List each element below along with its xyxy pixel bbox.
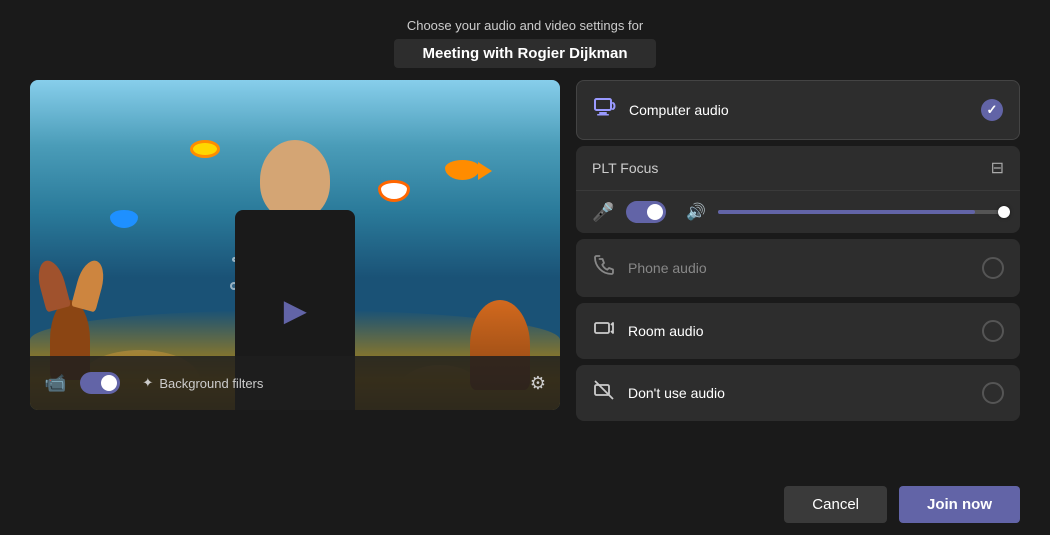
phone-audio-option[interactable]: Phone audio — [576, 239, 1020, 297]
phone-audio-radio — [982, 257, 1004, 279]
no-audio-icon — [592, 379, 616, 407]
computer-audio-icon — [593, 95, 617, 125]
camera-toggle[interactable] — [80, 372, 120, 394]
camera-icon: 📹 — [44, 373, 66, 394]
plt-header: PLT Focus ⊟ — [576, 146, 1020, 191]
settings-button[interactable]: ⚙ — [530, 373, 546, 394]
volume-slider[interactable] — [718, 210, 1004, 214]
plt-body: 🎤 🔊 — [576, 191, 1020, 233]
background-filters-button[interactable]: ✦ Background filters — [142, 375, 263, 391]
bottom-bar: Cancel Join now — [0, 474, 1050, 535]
fish-orange — [445, 160, 480, 180]
no-audio-option[interactable]: Don't use audio — [576, 365, 1020, 421]
meeting-title: Meeting with Rogier Dijkman — [394, 39, 655, 68]
plt-title: PLT Focus — [592, 160, 658, 176]
volume-fill — [718, 210, 975, 214]
fish-blue — [110, 210, 138, 228]
computer-audio-option[interactable]: Computer audio ✓ — [576, 80, 1020, 140]
room-audio-label: Room audio — [628, 323, 970, 339]
cancel-button[interactable]: Cancel — [784, 486, 887, 523]
camera-toggle-knob — [101, 375, 117, 391]
audio-panel: Computer audio ✓ PLT Focus ⊟ 🎤 🔊 — [576, 80, 1020, 427]
plt-focus-section: PLT Focus ⊟ 🎤 🔊 — [576, 146, 1020, 233]
room-audio-radio — [982, 320, 1004, 342]
volume-thumb — [998, 206, 1010, 218]
plt-mic-toggle[interactable] — [626, 201, 666, 223]
shirt-logo: ▶ — [275, 290, 315, 330]
plt-mic-knob — [647, 204, 663, 220]
phone-audio-label: Phone audio — [628, 260, 970, 276]
no-audio-label: Don't use audio — [628, 385, 970, 401]
computer-audio-label: Computer audio — [629, 102, 969, 118]
speaker-icon: 🔊 — [686, 202, 706, 222]
join-now-button[interactable]: Join now — [899, 486, 1020, 523]
video-preview: ▶ 📹 ✦ Background filters ⚙ — [30, 80, 560, 410]
room-audio-icon — [592, 317, 616, 345]
person-head — [260, 140, 330, 220]
room-audio-option[interactable]: Room audio — [576, 303, 1020, 359]
bg-filters-label: Background filters — [159, 376, 263, 391]
computer-audio-selected: ✓ — [981, 99, 1003, 121]
video-controls-bar: 📹 ✦ Background filters ⚙ — [30, 356, 560, 410]
header-subtitle: Choose your audio and video settings for — [394, 18, 655, 33]
header: Choose your audio and video settings for… — [394, 0, 655, 80]
sliders-icon[interactable]: ⊟ — [991, 158, 1004, 178]
sparkle-icon: ✦ — [142, 375, 153, 391]
no-audio-radio — [982, 382, 1004, 404]
mic-icon: 🎤 — [592, 202, 614, 223]
main-content: ▶ 📹 ✦ Background filters ⚙ — [0, 80, 1050, 474]
phone-audio-icon — [592, 253, 616, 283]
